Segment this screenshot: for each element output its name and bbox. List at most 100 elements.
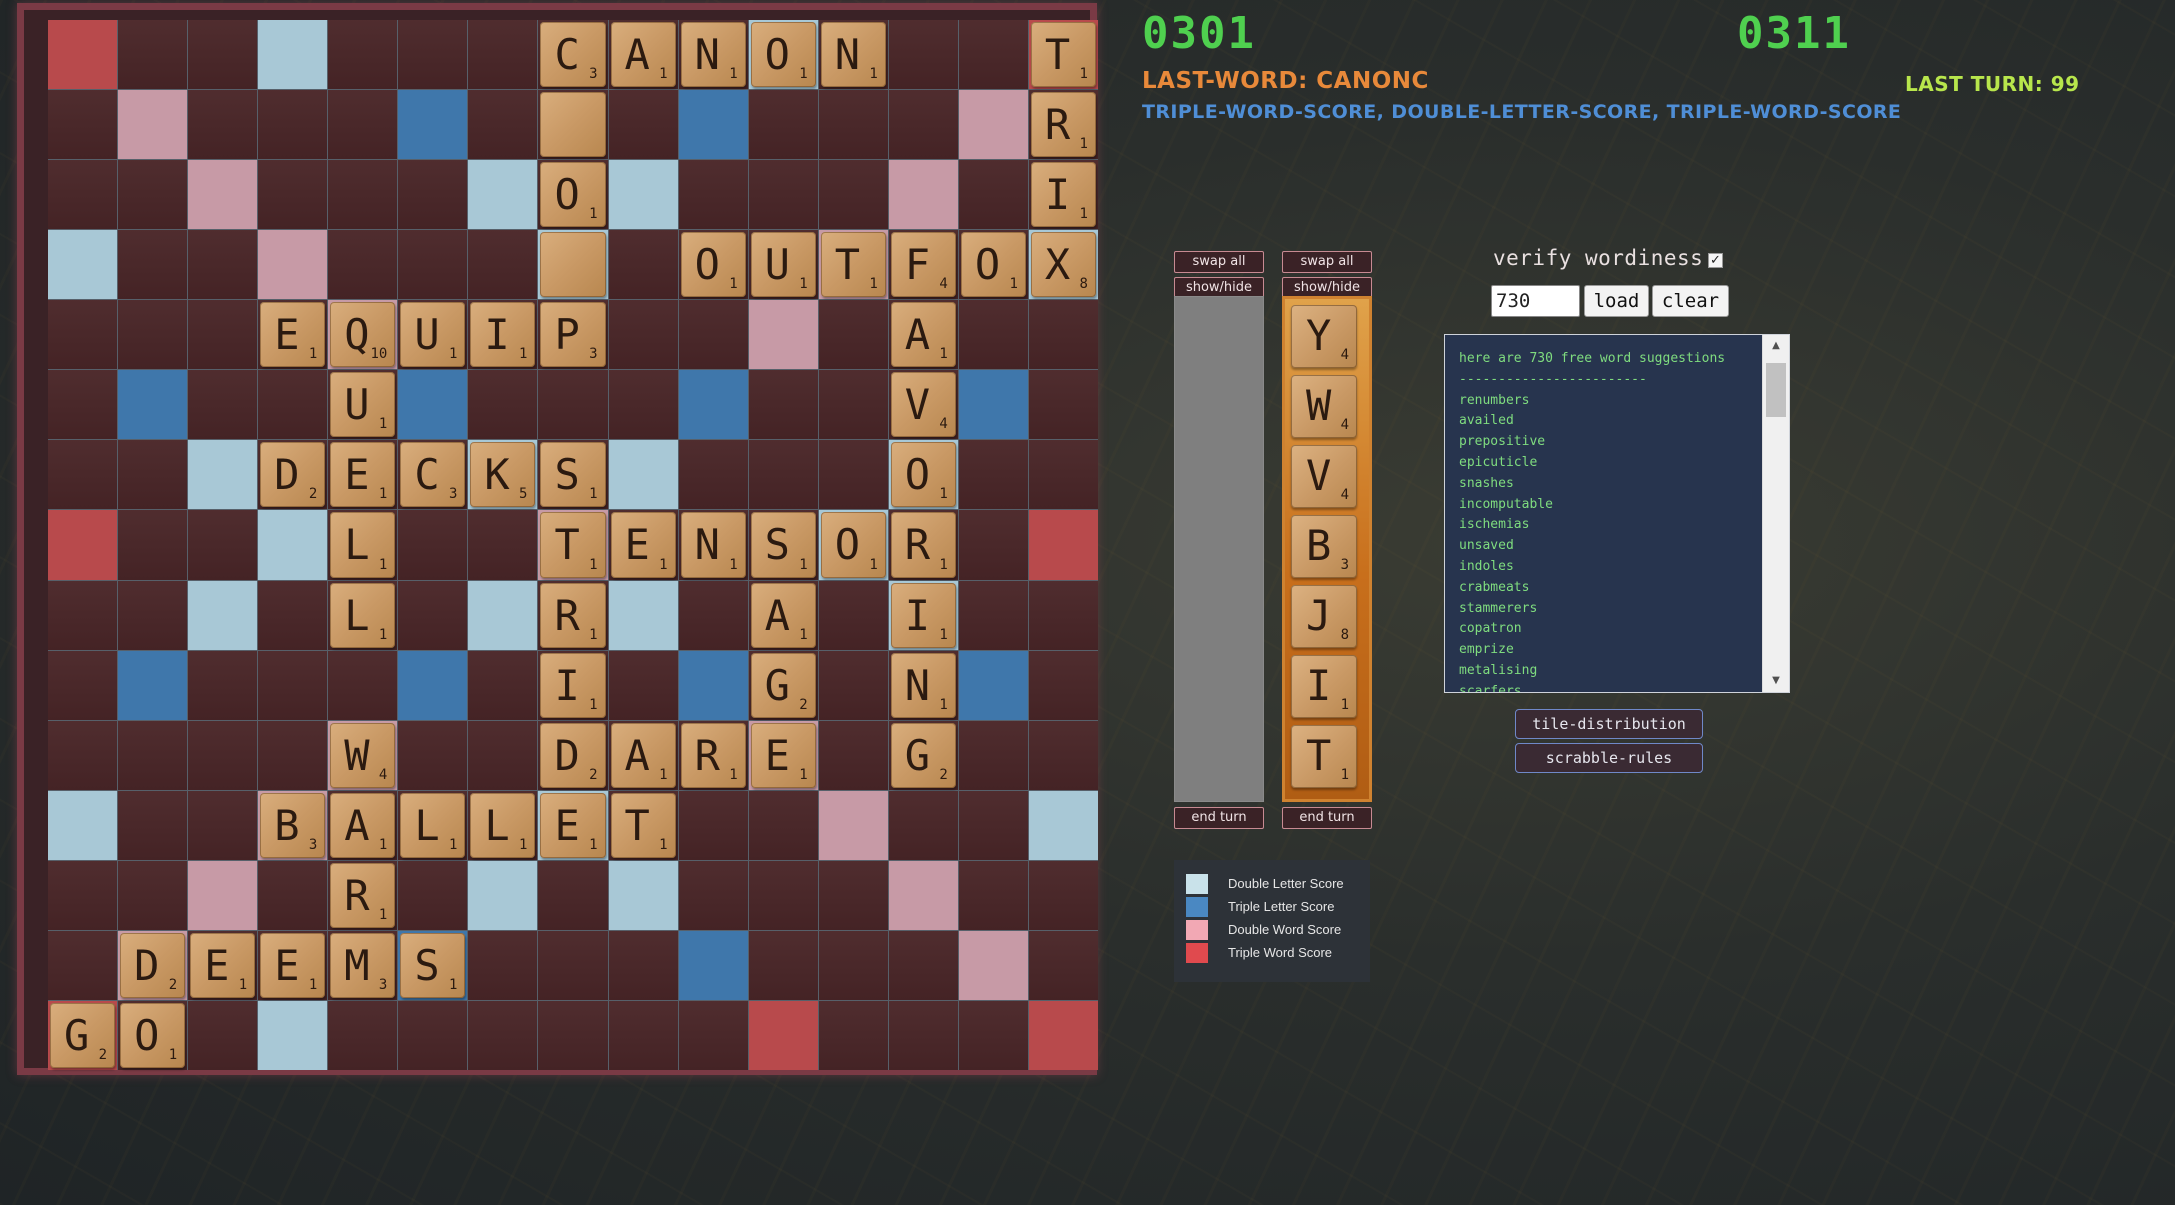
board-cell[interactable]: T1 [608, 790, 678, 860]
board-tile[interactable]: S1 [400, 932, 466, 998]
board-cell-double-letter[interactable]: K5 [468, 440, 538, 510]
board-cell[interactable] [958, 790, 1028, 860]
board-cell[interactable]: G2 [748, 650, 818, 720]
board-cell[interactable] [958, 510, 1028, 580]
board-tile[interactable]: O1 [540, 162, 606, 228]
board-cell-double-word[interactable] [188, 160, 258, 230]
board-cell-triple-letter[interactable] [678, 90, 748, 160]
suggestion-count-input[interactable] [1491, 285, 1580, 317]
suggestion-word[interactable]: copatron [1459, 619, 1759, 640]
board-cell-double-word[interactable] [958, 930, 1028, 1000]
board-cell[interactable] [538, 90, 608, 160]
board-cell[interactable]: R1 [888, 510, 958, 580]
board-cell[interactable] [258, 650, 328, 720]
board-cell[interactable] [538, 860, 608, 930]
board-cell[interactable]: I1 [538, 650, 608, 720]
board-cell-double-letter[interactable] [468, 160, 538, 230]
board-cell-triple-letter[interactable] [678, 370, 748, 440]
board-cell[interactable] [1028, 930, 1098, 1000]
suggestion-word[interactable]: snashes [1459, 474, 1759, 495]
board-tile[interactable]: M3 [330, 932, 396, 998]
board-cell[interactable] [468, 370, 538, 440]
board-cell[interactable]: A1 [608, 20, 678, 90]
board-tile[interactable]: E1 [750, 722, 816, 788]
board-cell[interactable] [118, 440, 188, 510]
board-cell[interactable] [118, 20, 188, 90]
scroll-down-icon[interactable]: ▼ [1763, 672, 1789, 690]
board-cell-triple-letter[interactable] [118, 650, 188, 720]
board-cell[interactable] [328, 90, 398, 160]
board-tile[interactable]: O1 [120, 1002, 186, 1068]
board-cell[interactable]: O1 [118, 1000, 188, 1070]
board-cell-double-letter[interactable] [48, 790, 118, 860]
board-cell-double-letter[interactable] [188, 580, 258, 650]
board-cell[interactable]: V4 [888, 370, 958, 440]
board-cell[interactable] [48, 720, 118, 790]
suggestion-word[interactable]: incomputable [1459, 495, 1759, 516]
board-cell[interactable] [48, 90, 118, 160]
board-cell[interactable] [328, 160, 398, 230]
board-cell[interactable]: L1 [328, 510, 398, 580]
board-cell[interactable] [818, 580, 888, 650]
board-cell-triple-word[interactable] [1028, 1000, 1098, 1070]
board-cell[interactable]: C3 [398, 440, 468, 510]
board-tile[interactable]: I1 [1030, 162, 1096, 228]
board-cell[interactable] [48, 160, 118, 230]
board-tile[interactable]: A1 [890, 302, 956, 368]
board-cell-triple-letter[interactable] [678, 650, 748, 720]
board-cell[interactable]: U1 [748, 230, 818, 300]
board-cell-double-word[interactable] [258, 230, 328, 300]
board-cell[interactable]: A1 [748, 580, 818, 650]
board-cell[interactable] [118, 230, 188, 300]
board-cell[interactable]: N1 [888, 650, 958, 720]
board-cell[interactable] [48, 440, 118, 510]
rack-tile[interactable]: V4 [1291, 445, 1357, 508]
board-tile[interactable]: S1 [540, 442, 606, 508]
board-tile[interactable]: Q 10 [330, 302, 396, 368]
board-tile[interactable]: T1 [610, 792, 676, 858]
board-cell-double-letter[interactable] [258, 510, 328, 580]
board-cell[interactable]: P3 [538, 300, 608, 370]
board-cell[interactable] [328, 20, 398, 90]
board-cell[interactable] [468, 720, 538, 790]
scrabble-rules-button[interactable]: scrabble-rules [1515, 743, 1703, 773]
board-cell[interactable] [188, 90, 258, 160]
board-cell-double-letter[interactable] [608, 860, 678, 930]
board-cell[interactable] [538, 930, 608, 1000]
board-cell[interactable] [48, 300, 118, 370]
board-cell-double-word[interactable]: T1 [538, 510, 608, 580]
board-cell[interactable] [678, 300, 748, 370]
board-cell-triple-letter[interactable]: S1 [398, 930, 468, 1000]
board-cell[interactable]: S1 [538, 440, 608, 510]
board-cell[interactable] [888, 90, 958, 160]
suggestion-word[interactable]: availed [1459, 411, 1759, 432]
board-cell[interactable] [258, 90, 328, 160]
suggestion-word[interactable]: indoles [1459, 557, 1759, 578]
suggestion-word[interactable]: scarfers [1459, 682, 1759, 692]
board-cell[interactable] [818, 300, 888, 370]
board-tile[interactable]: O1 [680, 232, 746, 298]
board-cell-double-word[interactable]: Q 10 [328, 300, 398, 370]
suggestion-word[interactable]: metalising [1459, 661, 1759, 682]
board-cell[interactable] [888, 790, 958, 860]
board-tile[interactable]: R1 [890, 512, 956, 578]
board-cell[interactable] [748, 370, 818, 440]
board-cell[interactable] [328, 1000, 398, 1070]
board-cell-triple-letter[interactable] [398, 90, 468, 160]
board-tile[interactable]: K5 [470, 442, 536, 508]
scroll-up-icon[interactable]: ▲ [1763, 337, 1789, 355]
board-cell[interactable] [398, 580, 468, 650]
board-cell[interactable] [818, 1000, 888, 1070]
board-cell[interactable]: L1 [398, 790, 468, 860]
board-cell-double-word[interactable] [958, 90, 1028, 160]
board-cell[interactable]: U1 [328, 370, 398, 440]
board-tile[interactable]: A1 [750, 582, 816, 648]
board-cell[interactable] [678, 160, 748, 230]
rack-tile[interactable]: J8 [1291, 585, 1357, 648]
board-cell[interactable]: E1 [258, 930, 328, 1000]
board-cell[interactable] [188, 230, 258, 300]
board-cell[interactable] [888, 930, 958, 1000]
board-cell-double-letter[interactable]: O1 [748, 20, 818, 90]
board-cell-double-letter[interactable] [1028, 790, 1098, 860]
rack-tile[interactable]: B3 [1291, 515, 1357, 578]
